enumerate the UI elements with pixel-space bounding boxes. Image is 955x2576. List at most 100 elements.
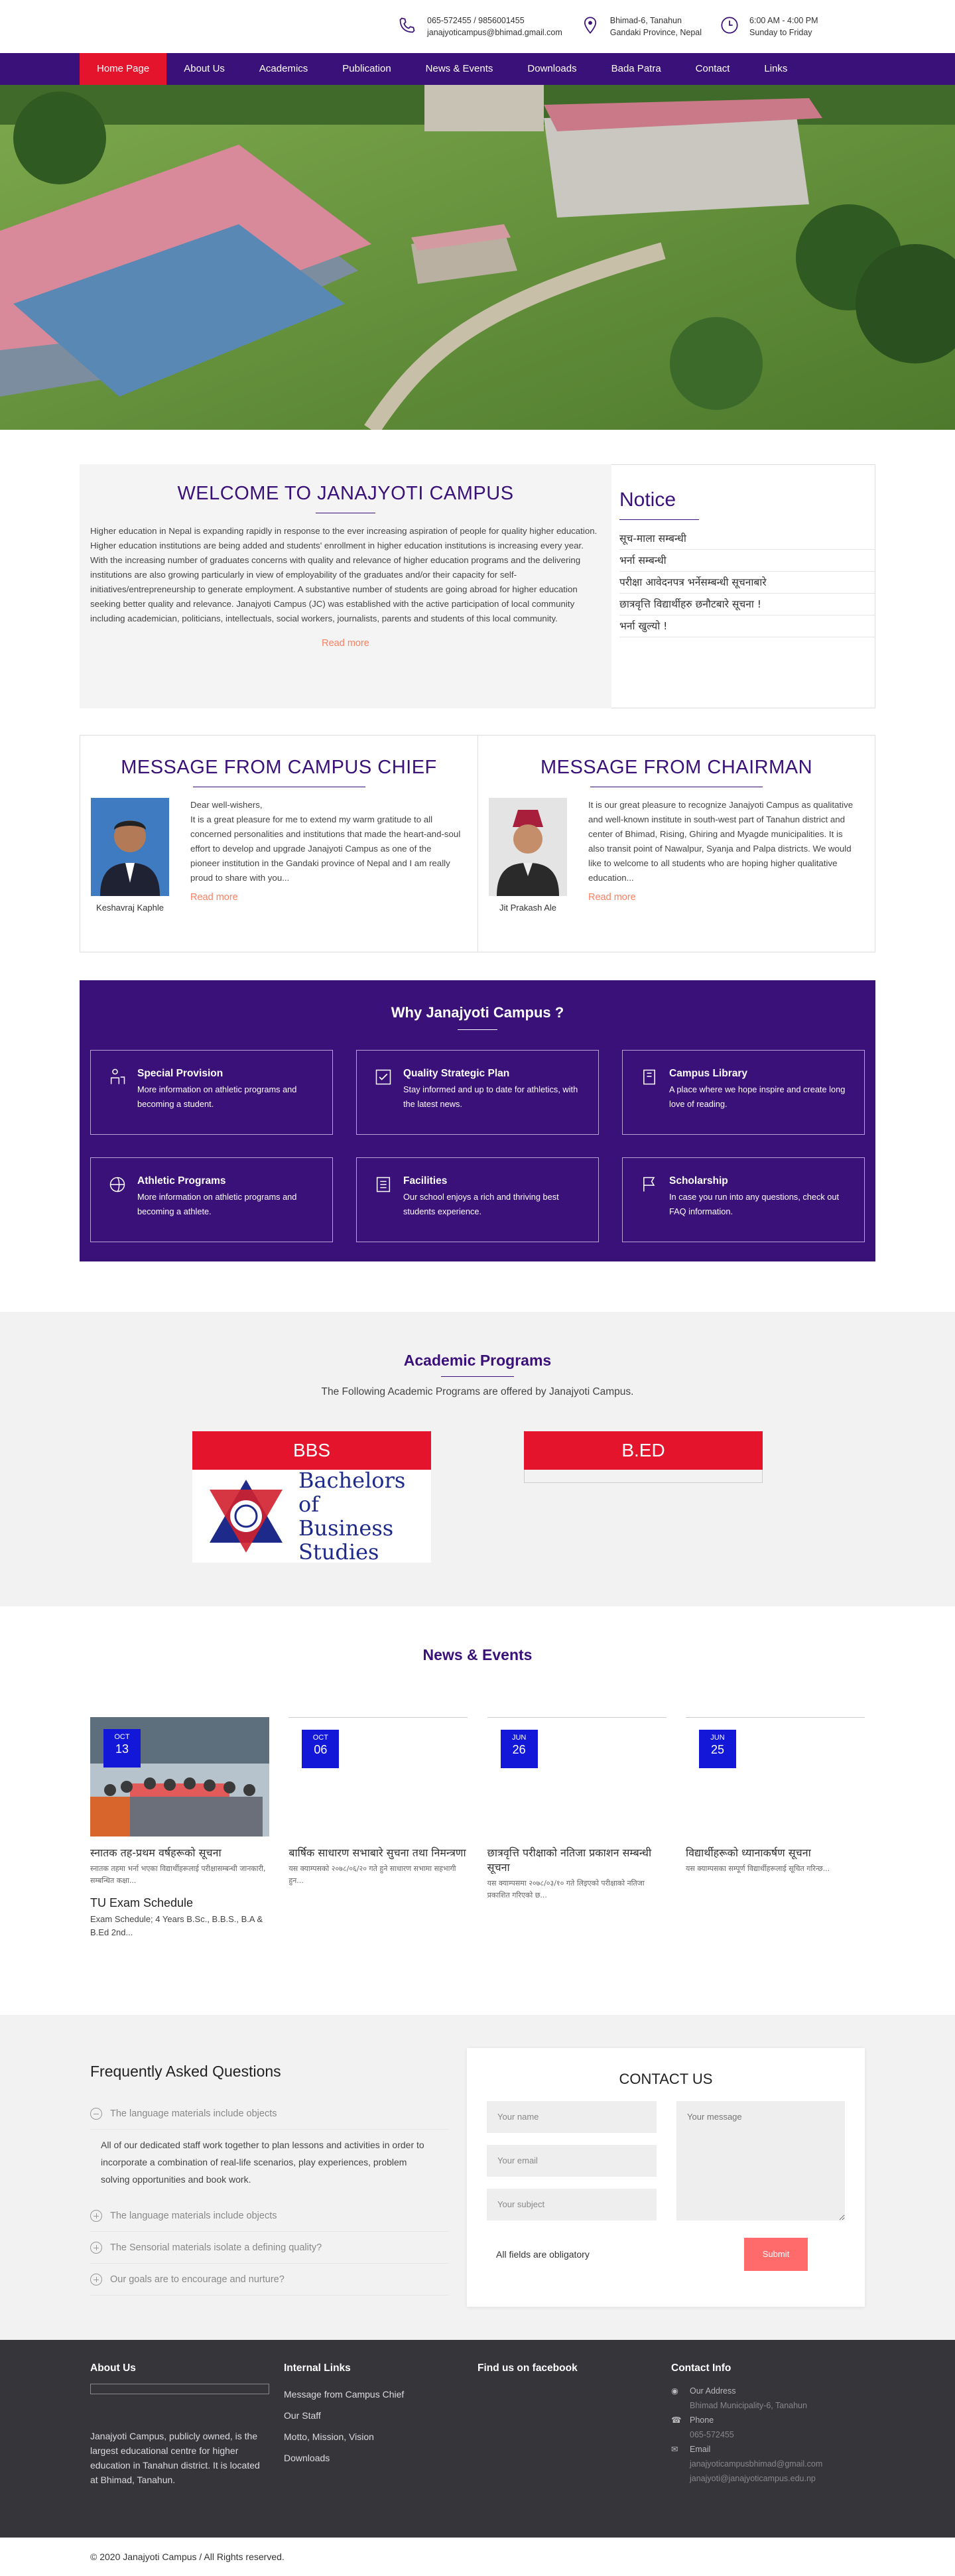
news-excerpt: यस क्याम्पसका सम्पूर्ण विद्यार्थीहरूलाई …	[685, 1864, 830, 1873]
feature-card-facilities[interactable]: Facilities Our school enjoys a rich and t…	[356, 1157, 599, 1242]
footer-link[interactable]: Message from Campus Chief	[284, 2384, 478, 2405]
footer-about-text: Janajyoti Campus, publicly owned, is the…	[90, 2431, 260, 2485]
chairman-name: Jit Prakash Ale	[499, 903, 556, 913]
card-title: Campus Library	[669, 1068, 748, 1079]
flag-icon	[643, 1177, 655, 1192]
notice-item[interactable]: सूच-माला सम्बन्धी	[619, 528, 875, 550]
submit-button[interactable]: Submit	[744, 2238, 808, 2271]
title-underline	[441, 1376, 514, 1377]
nav-about[interactable]: About Us	[166, 53, 242, 85]
name-field[interactable]: Your name	[487, 2101, 657, 2133]
notice-item[interactable]: भर्ना खुल्यो !	[619, 615, 875, 637]
news-extra-text: Exam Schedule; 4 Years B.Sc., B.B.S., B.…	[90, 1914, 263, 1937]
faq-answer: All of our dedicated staff work together…	[101, 2140, 424, 2185]
card-title: Scholarship	[669, 1175, 728, 1187]
news-card[interactable]: JUN 26 छात्रवृत्ति परीक्षाको नतिजा प्रकाश…	[487, 1717, 667, 1939]
nav-contact[interactable]: Contact	[678, 53, 747, 85]
contact-hours: 6:00 AM - 4:00 PM Sunday to Friday	[720, 15, 818, 38]
title-underline	[458, 1029, 497, 1030]
chairman-read-more-link[interactable]: Read more	[588, 892, 636, 903]
nav-publication[interactable]: Publication	[325, 53, 408, 85]
feature-card-athletics[interactable]: Athletic Programs More information on ath…	[90, 1157, 333, 1242]
contact-address: Bhimad-6, Tanahun Gandaki Province, Nepal	[581, 15, 702, 38]
bed-broken-image	[524, 1470, 763, 1483]
news-card[interactable]: JUN 25 विद्यार्थीहरूको ध्यानाकर्षण सूचना …	[685, 1717, 865, 1939]
nav-news-events[interactable]: News & Events	[409, 53, 511, 85]
news-excerpt: यस क्याम्पसमा २०७८/०३/१० गते लिइएको परीक…	[487, 1879, 645, 1900]
notice-item[interactable]: भर्ना सम्बन्धी	[619, 550, 875, 572]
footer-link[interactable]: Downloads	[284, 2447, 478, 2469]
nav-links[interactable]: Links	[747, 53, 804, 85]
news-headline[interactable]: बार्षिक साधारण सभाबारे सुचना तथा निमन्त्…	[288, 1846, 468, 1860]
bbs-banner: Bachelors of Business Studies	[192, 1468, 431, 1564]
email-icon: ✉	[671, 2445, 678, 2454]
nav-home[interactable]: Home Page	[80, 53, 167, 85]
why-section: Why Janajyoti Campus ? Special Provision…	[80, 980, 875, 1261]
chief-title: MESSAGE FROM CAMPUS CHIEF	[121, 757, 437, 778]
news-excerpt: यस क्याम्पसको २०७८/०६/२० गते हुने साधारण…	[288, 1864, 456, 1885]
copyright-text: © 2020 Janajyoti Campus / All Rights res…	[90, 2551, 285, 2562]
contact-phone: 065-572455 / 9856001455 janajyoticampus@b…	[398, 15, 562, 38]
location-pin-icon: ◉	[671, 2386, 678, 2396]
feature-card-special-provision[interactable]: Special Provision More information on ath…	[90, 1050, 333, 1135]
news-card[interactable]: OCT 06 बार्षिक साधारण सभाबारे सुचना तथा न…	[288, 1717, 468, 1939]
welcome-section: WELCOME TO JANAJYOTI CAMPUS Higher educa…	[80, 464, 611, 708]
nav-bada-patra[interactable]: Bada Patra	[594, 53, 678, 85]
subject-field[interactable]: Your subject	[487, 2189, 657, 2221]
faq-question-open[interactable]: The language materials include objects	[90, 2098, 448, 2130]
academic-subtitle: The Following Academic Programs are offe…	[321, 1386, 634, 1397]
campus-aerial-image	[0, 85, 955, 430]
contact-form-panel: CONTACT US Your name Your email Your sub…	[467, 2048, 865, 2307]
checklist-icon	[375, 1069, 391, 1085]
chief-photo	[91, 798, 169, 896]
card-text: Stay informed and up to date for athleti…	[403, 1084, 578, 1109]
program-card-bbs[interactable]: BBS Bachelors of Business Studies	[192, 1431, 431, 1564]
faq-title: Frequently Asked Questions	[90, 2063, 281, 2080]
nav-academics[interactable]: Academics	[242, 53, 325, 85]
news-headline[interactable]: छात्रवृत्ति परीक्षाको नतिजा प्रकाशन सम्ब…	[487, 1846, 667, 1875]
news-headline[interactable]: स्नातक तह-प्रथम वर्षहरूको सूचना	[90, 1846, 269, 1860]
athletics-icon	[109, 1177, 125, 1192]
card-text: More information on athletic programs an…	[137, 1084, 297, 1109]
footer-heading: Internal Links	[284, 2362, 351, 2374]
news-extra-title[interactable]: TU Exam Schedule	[90, 1896, 269, 1910]
program-card-bed[interactable]: B.ED	[524, 1431, 763, 1563]
news-date-badge: OCT 06	[302, 1730, 340, 1768]
chairman-message: MESSAGE FROM CHAIRMAN Jit Prakash Ale It…	[478, 736, 875, 952]
nav-downloads[interactable]: Downloads	[510, 53, 594, 85]
why-title: Why Janajyoti Campus ?	[391, 1004, 564, 1021]
notice-title: Notice	[619, 489, 676, 511]
news-card[interactable]: OCT 13 स्नातक तह-प्रथम वर्षहरूको सूचना स्…	[90, 1717, 269, 1939]
feature-card-quality-plan[interactable]: Quality Strategic Plan Stay informed and …	[356, 1050, 599, 1135]
footer-link[interactable]: Motto, Mission, Vision	[284, 2426, 478, 2447]
faq-question[interactable]: Our goals are to encourage and nurture?	[90, 2264, 448, 2295]
news-headline[interactable]: विद्यार्थीहरूको ध्यानाकर्षण सूचना	[686, 1846, 865, 1860]
plus-circle-icon	[90, 2241, 102, 2254]
program-label: B.ED	[524, 1431, 763, 1470]
chairman-title: MESSAGE FROM CHAIRMAN	[540, 757, 813, 778]
feature-card-library[interactable]: Campus Library A place where we hope insp…	[622, 1050, 865, 1135]
contact-title: CONTACT US	[619, 2071, 713, 2087]
feature-card-scholarship[interactable]: Scholarship In case you run into any ques…	[622, 1157, 865, 1242]
form-note: All fields are obligatory	[496, 2249, 590, 2260]
news-image: OCT 06	[288, 1717, 468, 1836]
tribhuvan-university-logo	[210, 1480, 283, 1553]
plus-circle-icon	[90, 2209, 102, 2222]
email-field[interactable]: Your email	[487, 2145, 657, 2177]
faq-question[interactable]: The Sensorial materials isolate a defini…	[90, 2232, 448, 2264]
welcome-read-more-link[interactable]: Read more	[322, 638, 369, 649]
footer-heading: Contact Info	[671, 2362, 732, 2374]
footer-internal-links: Internal Links Message from Campus Chief…	[284, 2362, 478, 2487]
notice-item[interactable]: परीक्षा आवेदनपत्र भर्नेसम्बन्धी सूचनाबार…	[619, 572, 875, 594]
notice-item[interactable]: छात्रवृत्ति विद्यार्थीहरु छनौटबारे सूचना…	[619, 594, 875, 615]
footer-heading: About Us	[90, 2362, 136, 2374]
chief-read-more-link[interactable]: Read more	[190, 892, 238, 903]
message-field[interactable]	[676, 2101, 845, 2221]
news-image: JUN 25	[685, 1717, 865, 1836]
welcome-text: Higher education in Nepal is expanding r…	[90, 526, 598, 623]
footer-contact-info: Contact Info ◉ Our Address Bhimad Municipa…	[671, 2362, 865, 2487]
minus-circle-icon	[90, 2107, 102, 2120]
faq-question[interactable]: The language materials include objects	[90, 2200, 448, 2232]
top-contact-bar: 065-572455 / 9856001455 janajyoticampus@b…	[0, 0, 955, 53]
footer-link[interactable]: Our Staff	[284, 2405, 478, 2426]
